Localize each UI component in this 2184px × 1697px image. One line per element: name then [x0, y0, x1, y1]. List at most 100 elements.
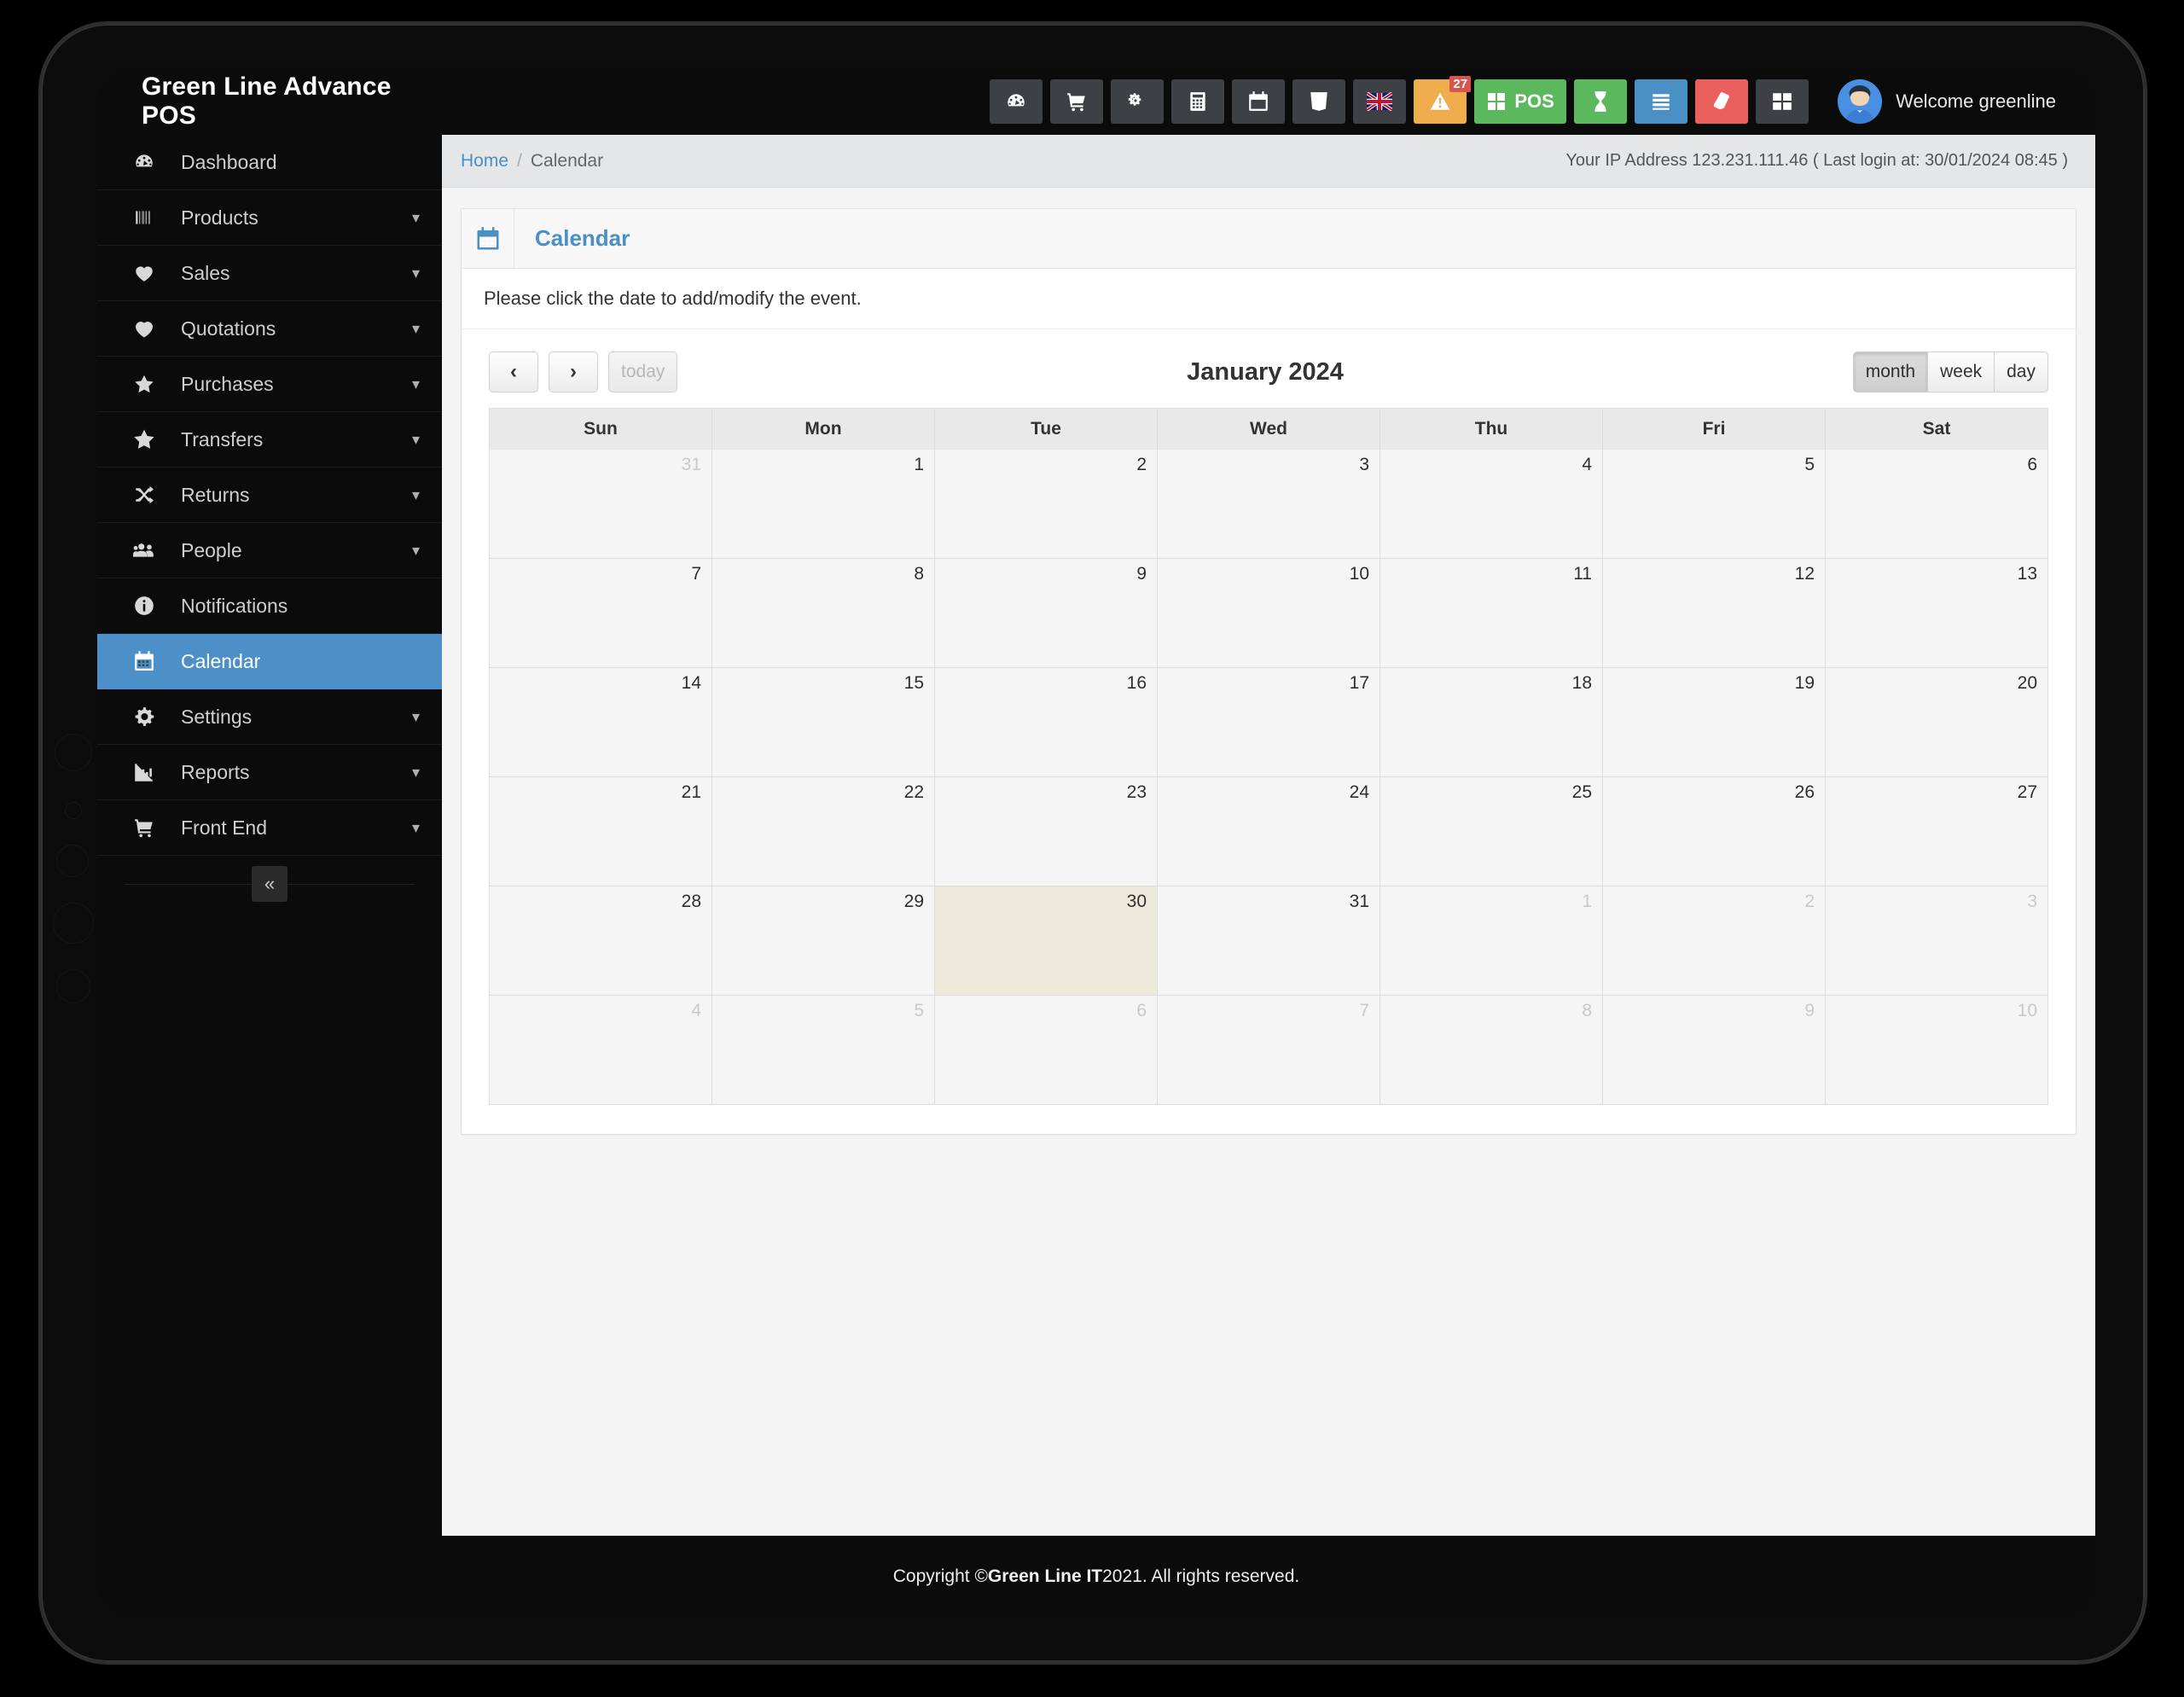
- calendar-day-cell[interactable]: 1: [1380, 886, 1603, 995]
- calendar-day-cell[interactable]: 30: [935, 886, 1158, 995]
- css3-icon: [1308, 90, 1330, 113]
- calendar-next-button[interactable]: ›: [549, 352, 598, 392]
- calendar-day-cell[interactable]: 6: [1826, 450, 2048, 558]
- sidebar-item-returns[interactable]: Returns ▾: [97, 468, 442, 523]
- calendar-day-cell[interactable]: 15: [712, 668, 935, 776]
- calendar-week-row: 14 15 16 17 18 19 20: [490, 667, 2048, 776]
- calendar-day-cell[interactable]: 13: [1826, 559, 2048, 667]
- calendar-day-number: 1: [1582, 892, 1592, 911]
- calendar-day-cell[interactable]: 3: [1826, 886, 2048, 995]
- calendar-day-cell[interactable]: 17: [1158, 668, 1380, 776]
- breadcrumb-home-link[interactable]: Home: [461, 151, 508, 171]
- calendar-day-cell[interactable]: 31: [1158, 886, 1380, 995]
- sidebar-item-calendar[interactable]: Calendar: [97, 634, 442, 689]
- chevron-down-icon: ▾: [411, 818, 420, 836]
- sidebar-item-notifications[interactable]: Notifications: [97, 578, 442, 634]
- sidebar-item-reports[interactable]: Reports ▾: [97, 745, 442, 800]
- calendar-day-cell[interactable]: 4: [1380, 450, 1603, 558]
- calendar-day-cell[interactable]: 2: [1603, 886, 1826, 995]
- calendar-day-cell[interactable]: 1: [712, 450, 935, 558]
- sidebar-item-label: Dashboard: [181, 150, 277, 173]
- calculator-icon: [1187, 90, 1209, 113]
- calendar-day-cell[interactable]: 12: [1603, 559, 1826, 667]
- calendar-day-cell[interactable]: 4: [490, 996, 712, 1104]
- calendar-day-cell[interactable]: 21: [490, 777, 712, 886]
- calendar-day-cell[interactable]: 9: [935, 559, 1158, 667]
- calendar-day-cell[interactable]: 11: [1380, 559, 1603, 667]
- sidebar-navigation: Dashboard Products ▾ Sales ▾ Quotations ▾ Purch…: [97, 135, 442, 1536]
- heart-filled-icon: [125, 262, 164, 284]
- calendar-day-cell[interactable]: 26: [1603, 777, 1826, 886]
- sidebar-item-purchases[interactable]: Purchases ▾: [97, 357, 442, 412]
- user-area[interactable]: Welcome greenline: [1819, 79, 2095, 124]
- sidebar-item-front-end[interactable]: Front End ▾: [97, 800, 442, 856]
- calendar-view-month-button[interactable]: month: [1852, 352, 1929, 392]
- calendar-day-cell[interactable]: 5: [1603, 450, 1826, 558]
- calendar-day-cell[interactable]: 7: [490, 559, 712, 667]
- calendar-day-cell[interactable]: 24: [1158, 777, 1380, 886]
- calendar-day-cell[interactable]: 19: [1603, 668, 1826, 776]
- calendar-prev-button[interactable]: ‹: [489, 352, 538, 392]
- topnav-css3-button[interactable]: [1292, 79, 1346, 124]
- calendar-week-row: 4 5 6 7 8 9 10: [490, 995, 2048, 1104]
- calendar-weekday-thu: Thu: [1380, 409, 1603, 450]
- topnav-warning-button[interactable]: 27: [1414, 76, 1472, 124]
- topnav-eraser-button[interactable]: [1695, 79, 1749, 124]
- topnav-list-button[interactable]: [1635, 79, 1688, 124]
- sidebar-item-sales[interactable]: Sales ▾: [97, 246, 442, 301]
- calendar-day-cell[interactable]: 29: [712, 886, 935, 995]
- calendar-day-cell[interactable]: 2: [935, 450, 1158, 558]
- topnav-pos-button[interactable]: POS: [1474, 79, 1567, 124]
- calendar-day-cell[interactable]: 31: [490, 450, 712, 558]
- calendar-day-number: 9: [1136, 564, 1147, 584]
- calendar-day-cell[interactable]: 3: [1158, 450, 1380, 558]
- calendar-day-cell[interactable]: 27: [1826, 777, 2048, 886]
- calendar-day-cell[interactable]: 8: [1380, 996, 1603, 1104]
- topnav-dashboard-button[interactable]: [990, 79, 1043, 124]
- calendar-day-cell[interactable]: 10: [1826, 996, 2048, 1104]
- topnav-calendar-button[interactable]: [1232, 79, 1286, 124]
- chevron-down-icon: ▾: [411, 319, 420, 337]
- sidebar-item-products[interactable]: Products ▾: [97, 190, 442, 246]
- calendar-day-cell[interactable]: 23: [935, 777, 1158, 886]
- calendar-month-title: January 2024: [1187, 357, 1344, 386]
- topnav-calculator-button[interactable]: [1171, 79, 1225, 124]
- calendar-day-cell[interactable]: 7: [1158, 996, 1380, 1104]
- calendar-day-number: 13: [2017, 564, 2037, 584]
- calendar-day-cell[interactable]: 10: [1158, 559, 1380, 667]
- panel-header: Calendar: [462, 209, 2076, 269]
- calendar-today-button[interactable]: today: [608, 352, 678, 392]
- calendar-day-cell[interactable]: 18: [1380, 668, 1603, 776]
- calendar-day-cell[interactable]: 14: [490, 668, 712, 776]
- sidebar-item-people[interactable]: People ▾: [97, 523, 442, 578]
- calendar-day-cell[interactable]: 28: [490, 886, 712, 995]
- calendar-day-cell[interactable]: 16: [935, 668, 1158, 776]
- calendar-view-week-button[interactable]: week: [1927, 352, 1995, 392]
- calendar-day-cell[interactable]: 20: [1826, 668, 2048, 776]
- topnav-gears-button[interactable]: [1111, 79, 1165, 124]
- sidebar-collapse-button[interactable]: «: [252, 866, 288, 902]
- calendar-week-row: 31 1 2 3 4 5 6: [490, 450, 2048, 558]
- calendar-day-cell[interactable]: 8: [712, 559, 935, 667]
- sidebar-item-settings[interactable]: Settings ▾: [97, 689, 442, 745]
- calendar-day-number: 11: [1573, 564, 1592, 584]
- topnav-grid-button[interactable]: [1756, 79, 1809, 124]
- avatar[interactable]: [1838, 79, 1883, 124]
- calendar-day-number: 7: [691, 564, 701, 584]
- calendar-view-day-button[interactable]: day: [1994, 352, 2048, 392]
- topnav-uk-flag-button[interactable]: [1353, 79, 1407, 124]
- calendar-weekday-header: Sun Mon Tue Wed Thu Fri Sat: [490, 409, 2048, 450]
- calendar-day-cell[interactable]: 25: [1380, 777, 1603, 886]
- calendar-day-cell[interactable]: 9: [1603, 996, 1826, 1104]
- star-outline-icon: [125, 428, 164, 450]
- sidebar-item-quotations[interactable]: Quotations ▾: [97, 301, 442, 357]
- topnav-cart-button[interactable]: [1050, 79, 1104, 124]
- calendar-day-cell[interactable]: 5: [712, 996, 935, 1104]
- topnav-hourglass-button[interactable]: [1574, 79, 1628, 124]
- calendar-day-cell[interactable]: 22: [712, 777, 935, 886]
- panel-title: Calendar: [535, 225, 630, 251]
- sidebar-item-transfers[interactable]: Transfers ▾: [97, 412, 442, 468]
- sidebar-collapse-row: «: [97, 856, 442, 912]
- sidebar-item-dashboard[interactable]: Dashboard: [97, 135, 442, 190]
- calendar-day-cell[interactable]: 6: [935, 996, 1158, 1104]
